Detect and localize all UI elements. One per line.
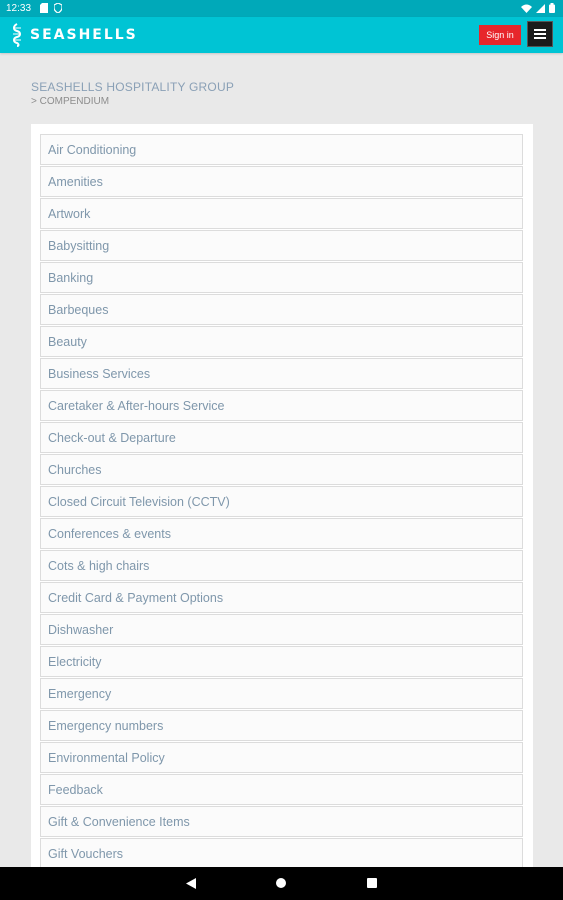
status-notification-icons xyxy=(40,3,62,13)
list-item[interactable]: Credit Card & Payment Options xyxy=(40,582,523,613)
brand-name: SEASHELLS xyxy=(30,27,138,43)
list-item[interactable]: Conferences & events xyxy=(40,518,523,549)
status-system-icons xyxy=(521,3,555,13)
status-bar: 12:33 xyxy=(0,0,563,17)
seashell-icon xyxy=(13,23,21,47)
compendium-card: Air Conditioning Amenities Artwork Babysitt… xyxy=(31,124,533,884)
list-item[interactable]: Amenities xyxy=(40,166,523,197)
list-item[interactable]: Environmental Policy xyxy=(40,742,523,773)
menu-button[interactable] xyxy=(527,21,553,47)
app-header: SEASHELLS Sign in xyxy=(0,17,563,53)
list-item[interactable]: Air Conditioning xyxy=(40,134,523,165)
sign-in-button[interactable]: Sign in xyxy=(479,25,521,45)
list-item[interactable]: Check-out & Departure xyxy=(40,422,523,453)
list-item[interactable]: Banking xyxy=(40,262,523,293)
list-item[interactable]: Electricity xyxy=(40,646,523,677)
list-item[interactable]: Feedback xyxy=(40,774,523,805)
list-item[interactable]: Artwork xyxy=(40,198,523,229)
list-item[interactable]: Churches xyxy=(40,454,523,485)
list-item[interactable]: Caretaker & After-hours Service xyxy=(40,390,523,421)
recent-apps-icon[interactable] xyxy=(367,878,377,888)
list-item[interactable]: Emergency xyxy=(40,678,523,709)
list-item[interactable]: Cots & high chairs xyxy=(40,550,523,581)
wifi-icon xyxy=(521,4,532,13)
system-nav-bar xyxy=(0,867,563,900)
home-icon[interactable] xyxy=(276,878,286,888)
back-icon[interactable] xyxy=(186,878,196,889)
status-time: 12:33 xyxy=(6,3,32,14)
list-item[interactable]: Gift & Convenience Items xyxy=(40,806,523,837)
breadcrumb-title[interactable]: SEASHELLS HOSPITALITY GROUP xyxy=(31,80,234,94)
sd-card-icon xyxy=(40,3,48,13)
list-item[interactable]: Gift Vouchers xyxy=(40,838,523,869)
brand-logo[interactable]: SEASHELLS xyxy=(10,23,138,47)
list-item[interactable]: Dishwasher xyxy=(40,614,523,645)
list-item[interactable]: Barbeques xyxy=(40,294,523,325)
compendium-list: Air Conditioning Amenities Artwork Babysitt… xyxy=(40,134,523,870)
list-item[interactable]: Babysitting xyxy=(40,230,523,261)
list-item[interactable]: Beauty xyxy=(40,326,523,357)
list-item[interactable]: Emergency numbers xyxy=(40,710,523,741)
list-item[interactable]: Closed Circuit Television (CCTV) xyxy=(40,486,523,517)
list-item[interactable]: Business Services xyxy=(40,358,523,389)
shield-icon xyxy=(54,3,62,13)
battery-icon xyxy=(549,3,555,13)
breadcrumb-current: > COMPENDIUM xyxy=(31,96,110,107)
signal-icon xyxy=(536,3,545,13)
